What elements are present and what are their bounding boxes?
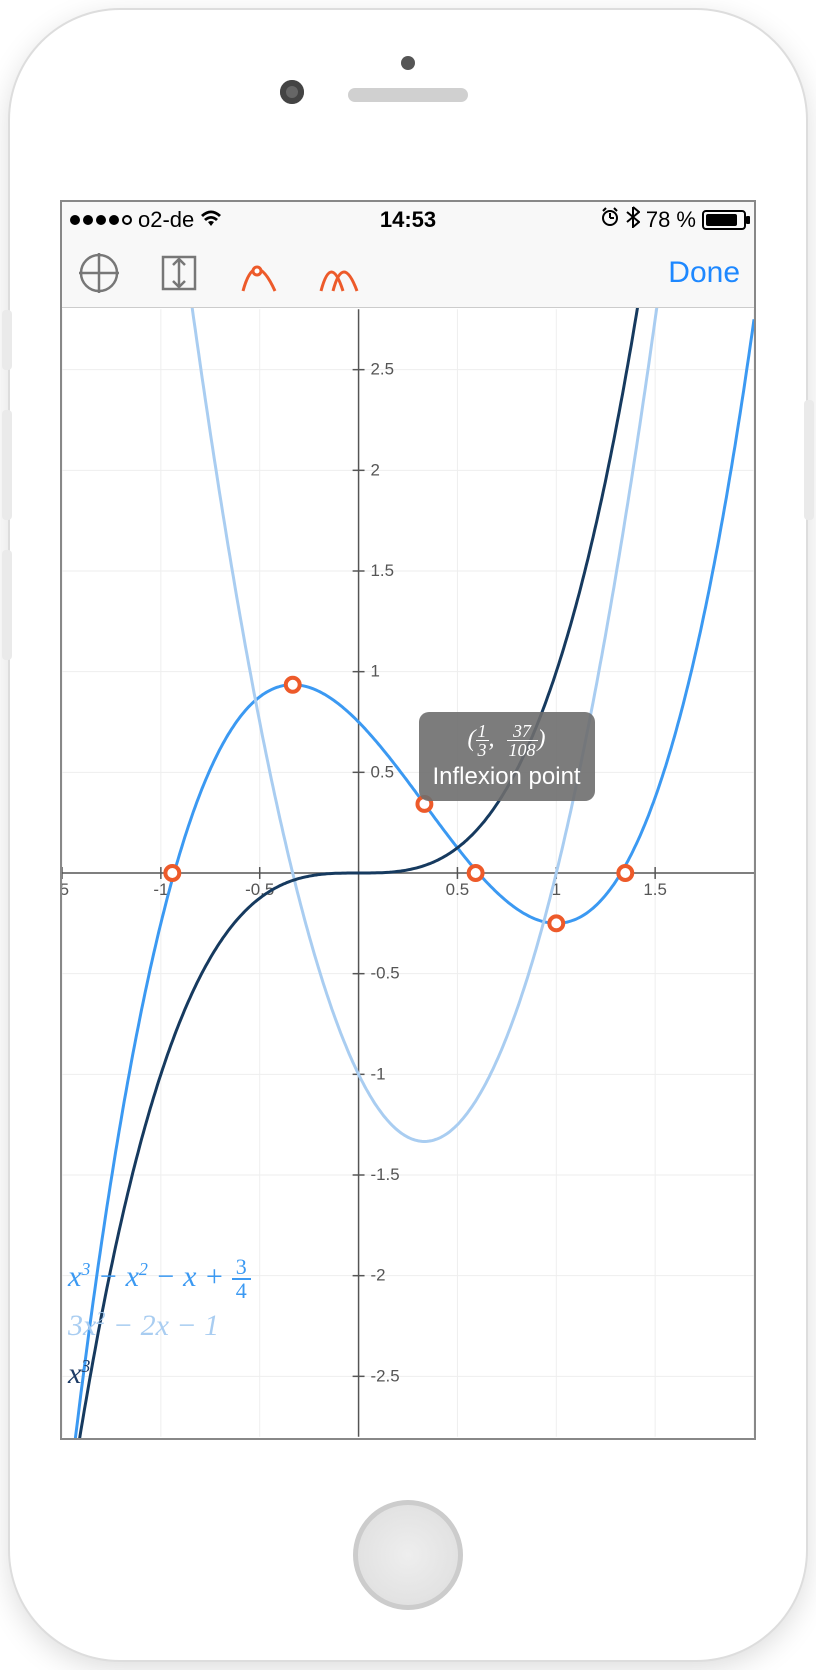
legend-series-1: x3 − x2 − x + 34 [68, 1253, 251, 1302]
svg-text:-1: -1 [153, 880, 168, 899]
svg-text:2: 2 [371, 460, 380, 479]
svg-text:0.5: 0.5 [371, 762, 394, 781]
phone-volume-down [2, 550, 12, 660]
marked-point[interactable] [286, 678, 300, 692]
phone-volume-up [2, 410, 12, 520]
phone-power-button [804, 400, 814, 520]
battery-label: 78 % [646, 207, 696, 233]
legend-series-3: x3 [68, 1350, 251, 1398]
plot-toolbar: Done [62, 238, 754, 308]
status-time: 14:53 [380, 207, 436, 233]
svg-text:.5: .5 [62, 880, 69, 899]
status-bar: o2-de 14:53 78 % [62, 202, 754, 238]
phone-home-button[interactable] [353, 1500, 463, 1610]
phone-frame: o2-de 14:53 78 % [10, 10, 806, 1660]
center-axes-icon[interactable] [74, 248, 124, 298]
svg-text:-1: -1 [371, 1064, 386, 1083]
signal-strength-icon [70, 215, 132, 225]
battery-icon [702, 210, 746, 230]
roots-icon[interactable] [234, 248, 284, 298]
phone-mute-switch [2, 310, 12, 370]
bluetooth-icon [626, 206, 640, 234]
svg-text:-0.5: -0.5 [371, 964, 400, 983]
derivative-icon[interactable] [314, 248, 364, 298]
plot-area[interactable]: .5-1-0.50.511.5-2.5-2-1.5-1-0.50.511.522… [62, 308, 754, 1438]
marked-point[interactable] [469, 866, 483, 880]
svg-text:1: 1 [371, 662, 380, 681]
phone-sensor [401, 56, 415, 70]
legend: x3 − x2 − x + 34 3x2 − 2x − 1 x3 [68, 1253, 251, 1398]
phone-front-camera [280, 80, 304, 104]
point-tooltip: (13, 37108) Inflexion point [419, 712, 595, 801]
screen: o2-de 14:53 78 % [60, 200, 756, 1440]
svg-text:-2: -2 [371, 1266, 386, 1285]
marked-point[interactable] [549, 916, 563, 930]
fit-vertical-icon[interactable] [154, 248, 204, 298]
svg-text:-2.5: -2.5 [371, 1366, 400, 1385]
phone-speaker [348, 88, 468, 102]
svg-text:0.5: 0.5 [446, 880, 469, 899]
marked-point[interactable] [165, 866, 179, 880]
alarm-icon [600, 207, 620, 233]
svg-text:-0.5: -0.5 [245, 880, 274, 899]
svg-text:1.5: 1.5 [371, 561, 394, 580]
marked-point[interactable] [618, 866, 632, 880]
legend-series-2: 3x2 − 2x − 1 [68, 1302, 251, 1350]
svg-text:1.5: 1.5 [643, 880, 666, 899]
svg-text:-1.5: -1.5 [371, 1165, 400, 1184]
tooltip-coordinates: (13, 37108) [433, 722, 581, 759]
wifi-icon [200, 207, 222, 233]
carrier-label: o2-de [138, 207, 194, 233]
svg-text:2.5: 2.5 [371, 360, 394, 379]
done-button[interactable]: Done [668, 256, 740, 290]
tooltip-label: Inflexion point [433, 763, 581, 791]
